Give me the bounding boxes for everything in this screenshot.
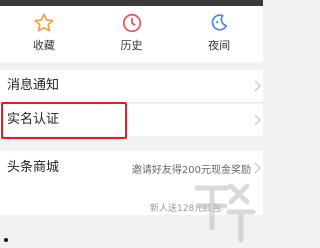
watermark-logo bbox=[194, 183, 256, 243]
shortcut-bar: 收藏 历史 夜间 bbox=[0, 6, 263, 62]
shortcut-label: 收藏 bbox=[32, 39, 55, 52]
moon-icon bbox=[211, 14, 228, 31]
promo-text: 邀请好友得200元现金奖励 bbox=[131, 164, 251, 176]
clock-icon bbox=[122, 13, 141, 33]
shortcut-label: 夜间 bbox=[208, 39, 231, 52]
shortcut-night-mode[interactable]: 夜间 bbox=[175, 6, 263, 62]
bullet-dot bbox=[4, 238, 8, 242]
shortcut-history[interactable]: 历史 bbox=[88, 6, 176, 62]
shortcut-favorites[interactable]: 收藏 bbox=[0, 6, 88, 62]
shortcut-label: 历史 bbox=[120, 39, 143, 52]
menu-item-label: 头条商城 bbox=[7, 160, 60, 175]
star-icon bbox=[34, 13, 54, 32]
menu-item-label: 消息通知 bbox=[7, 78, 60, 93]
menu-item-notifications[interactable]: 消息通知 bbox=[0, 70, 263, 102]
chevron-right-icon bbox=[254, 162, 261, 174]
chevron-right-icon bbox=[254, 114, 261, 126]
chevron-right-icon bbox=[254, 80, 261, 92]
highlight-box bbox=[1, 102, 127, 139]
